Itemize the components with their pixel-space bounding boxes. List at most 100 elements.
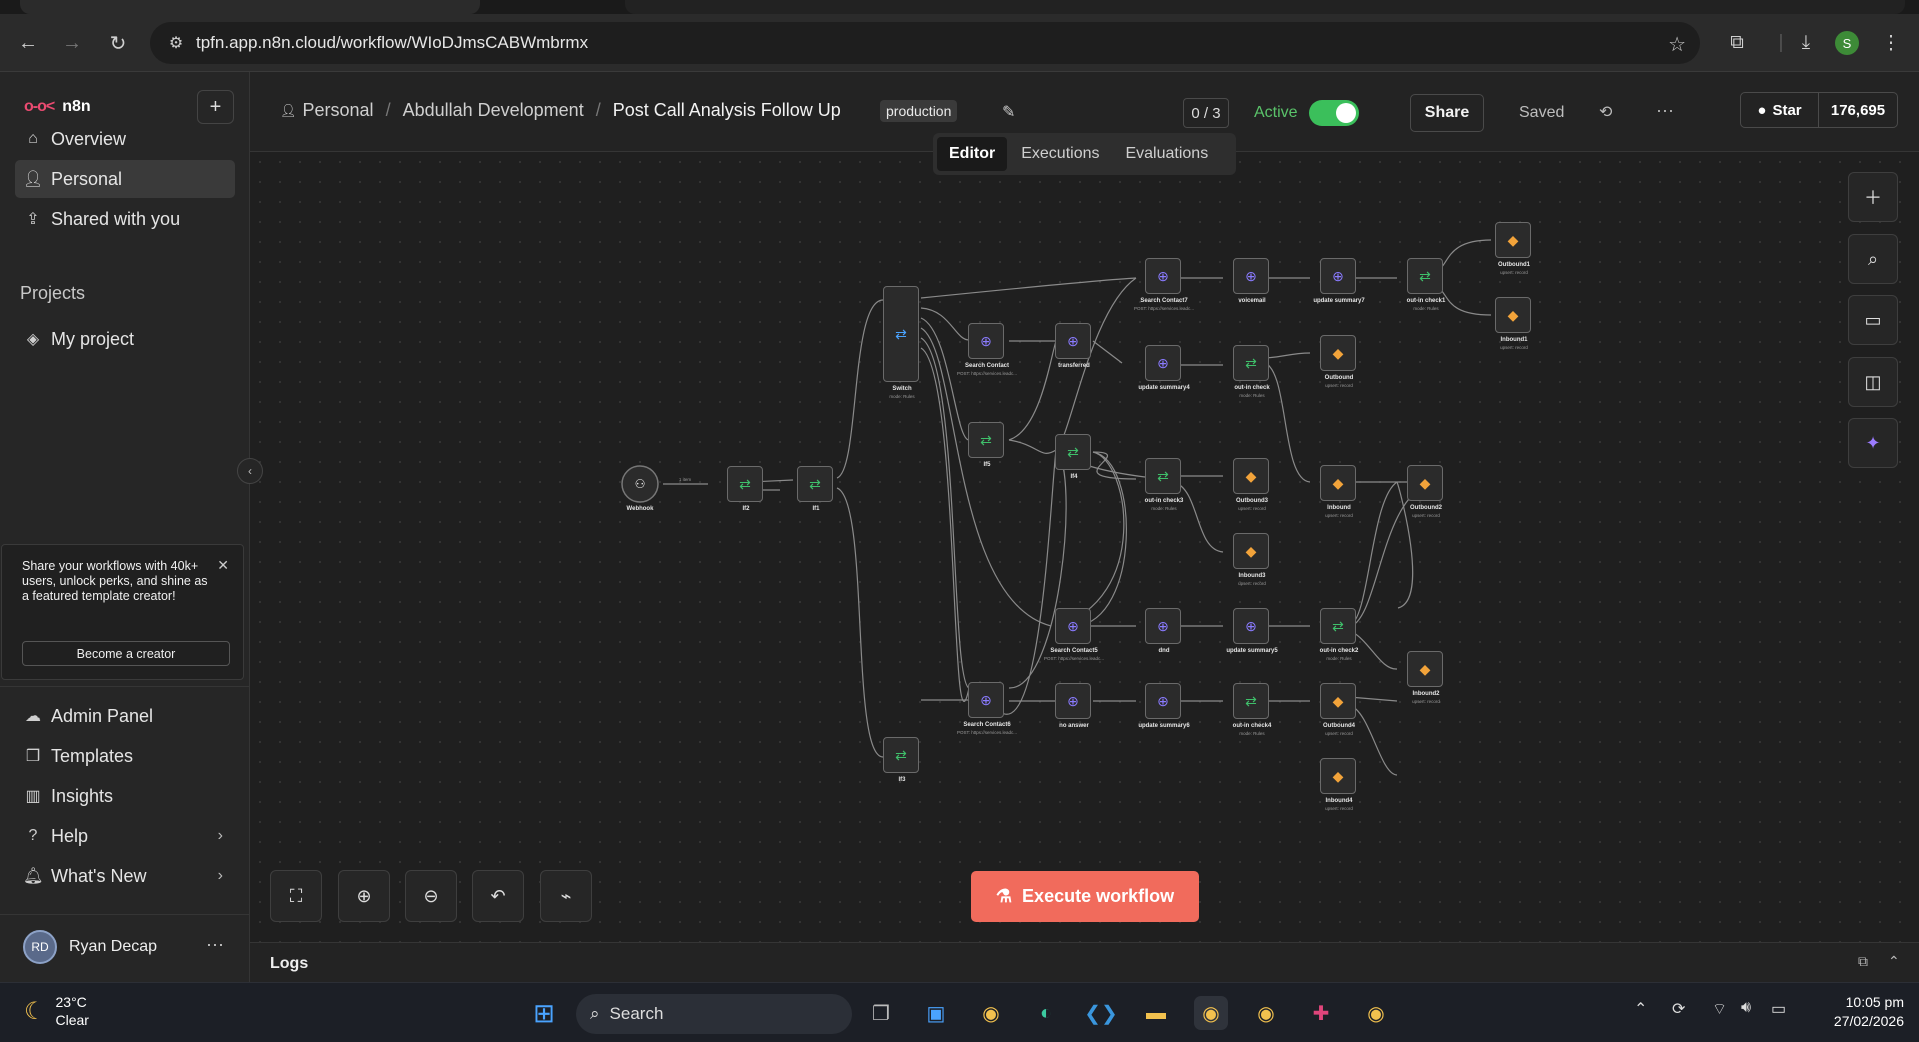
n8n-logo[interactable]: o-o< n8n [24, 98, 91, 116]
forward-icon[interactable]: → [58, 29, 86, 57]
workflow-node-out-in-check4[interactable]: ⇄ out-in check4 mode: Rules [1233, 683, 1271, 736]
taskbar-search[interactable]: ⌕ Search [576, 994, 852, 1034]
extensions-icon[interactable]: ⧉ [1722, 28, 1752, 58]
workflow-node-inbound2[interactable]: ◆ Inbound2 upsert: record [1407, 651, 1443, 704]
execute-workflow-button[interactable]: ⚗ Execute workflow [971, 871, 1199, 922]
breadcrumb-personal[interactable]: Personal [303, 100, 374, 121]
workflow-node-out-in-check2[interactable]: ⇄ out-in check2 mode: Rules [1320, 608, 1358, 661]
sidebar-item-whats-new[interactable]: 🔔︎ What's New › [15, 857, 235, 895]
back-icon[interactable]: ← [14, 29, 42, 57]
volume-icon[interactable]: 🔊︎ [1741, 999, 1751, 1017]
chrome-icon[interactable]: ◉ [974, 996, 1008, 1030]
workflow-node-update-summary7[interactable]: ⊕ update summary7 [1313, 258, 1365, 304]
download-icon[interactable]: ⤓ [1791, 28, 1821, 58]
chrome-profile3-icon[interactable]: ◉ [1359, 996, 1393, 1030]
breadcrumb-folder[interactable]: Abdullah Development [403, 100, 584, 121]
workflow-name[interactable]: Post Call Analysis Follow Up [613, 100, 841, 121]
user-more-icon[interactable]: ··· [206, 934, 224, 955]
workflow-node-update-summary5[interactable]: ⊕ update summary5 [1226, 608, 1278, 654]
site-info-icon[interactable]: ⚙ [162, 33, 190, 53]
sidebar-item-insights[interactable]: ▥ Insights [15, 777, 235, 815]
workflow-canvas[interactable]: ⚇ Webhook 1 item ⇄ If2 ⇄ If1 ⇄ Switch mode: Ru… [250, 152, 1919, 942]
workflow-node-outbound1[interactable]: ◆ Outbound1 upsert: record [1495, 222, 1531, 275]
bookmark-star-icon[interactable]: ☆ [1668, 32, 1686, 57]
workflow-node-inbound1[interactable]: ◆ Inbound1 upsert: record [1495, 297, 1531, 350]
workflow-node-inbound4[interactable]: ◆ Inbound4 upsert: record [1320, 758, 1356, 811]
zoom-in-button[interactable]: ⊕ [338, 870, 390, 922]
workflow-node-search-contact6[interactable]: ⊕ Search Contact6 POST: https://services.l… [957, 682, 1017, 735]
sidebar-item-overview[interactable]: ⌂ Overview [15, 120, 235, 158]
fit-view-button[interactable]: ⛶ [270, 870, 322, 922]
profile-button[interactable]: S [1832, 28, 1862, 58]
windows-start-icon[interactable]: ⊞ [527, 996, 561, 1030]
chevron-up-icon[interactable]: ⌃ [1888, 953, 1900, 970]
sidebar-item-admin-panel[interactable]: ☁ Admin Panel [15, 697, 235, 735]
active-toggle[interactable] [1309, 100, 1359, 126]
workflow-node-if1[interactable]: ⇄ If1 [797, 466, 833, 512]
evaluation-counter[interactable]: 0 / 3 [1183, 98, 1229, 128]
sync-icon[interactable]: ⟳ [1672, 999, 1685, 1019]
collapse-sidebar-icon[interactable]: ‹ [237, 458, 263, 484]
weather-widget[interactable]: ☾ 23°C Clear [24, 993, 89, 1029]
workflow-node-search-contact5[interactable]: ⊕ Search Contact5 POST: https://services.l… [1044, 608, 1104, 661]
workflow-node-search-contact[interactable]: ⊕ Search Contact POST: https://services.le… [957, 323, 1017, 376]
chrome-profile-icon[interactable]: ◉ [1194, 996, 1228, 1030]
workflow-node-if4[interactable]: ⇄ If4 [1055, 434, 1091, 480]
become-creator-button[interactable]: Become a creator [22, 641, 230, 666]
sidebar-item-my-project[interactable]: ◈ My project [15, 320, 235, 358]
more-options-icon[interactable]: ··· [1656, 100, 1674, 121]
browser-tab[interactable] [20, 0, 480, 14]
store-icon[interactable]: ▣ [919, 996, 953, 1030]
workflow-node-if3[interactable]: ⇄ If3 [883, 737, 919, 783]
system-clock[interactable]: 10:05 pm 27/02/2026 [1816, 993, 1904, 1031]
workflow-node-outbound4[interactable]: ◆ Outbound4 upsert: record [1320, 683, 1356, 736]
task-view-icon[interactable]: ❐ [864, 996, 898, 1030]
workflow-node-dnd[interactable]: ⊕ dnd [1145, 608, 1181, 654]
search-nodes-button[interactable]: ⌕ [1848, 234, 1898, 284]
undo-button[interactable]: ↶ [472, 870, 524, 922]
zoom-out-button[interactable]: ⊖ [405, 870, 457, 922]
popout-icon[interactable]: ⧉ [1858, 953, 1868, 970]
tab-editor[interactable]: Editor [937, 137, 1008, 171]
panel-toggle-button[interactable]: ◫ [1848, 357, 1898, 407]
user-menu[interactable]: RD Ryan Decap [23, 930, 157, 964]
history-icon[interactable]: ⟲ [1599, 102, 1612, 122]
workflow-node-out-in-check3[interactable]: ⇄ out-in check3 mode: Rules [1145, 458, 1183, 511]
tab-evaluations[interactable]: Evaluations [1113, 137, 1220, 171]
sticky-note-button[interactable]: ▭ [1848, 295, 1898, 345]
workflow-node-switch[interactable]: ⇄ Switch mode: Rules [883, 286, 919, 399]
workflow-node-if5[interactable]: ⇄ If5 [968, 422, 1004, 468]
create-button[interactable]: + [197, 90, 234, 124]
workflow-node-outbound2[interactable]: ◆ Outbound2 upsert: record [1407, 465, 1443, 518]
sidebar-item-help[interactable]: ? Help › [15, 817, 235, 855]
share-button[interactable]: Share [1410, 94, 1484, 132]
sidebar-item-templates[interactable]: ❒ Templates [15, 737, 235, 775]
workflow-node-inbound3[interactable]: ◆ Inbound3 upsert: record [1233, 533, 1269, 586]
workflow-node-update-summary4[interactable]: ⊕ update summary4 [1138, 345, 1190, 391]
workflow-tag[interactable]: production [880, 100, 958, 122]
tab-executions[interactable]: Executions [1009, 137, 1111, 171]
sidebar-item-shared[interactable]: ⇪ Shared with you [15, 200, 235, 238]
battery-icon[interactable]: ▭ [1771, 999, 1786, 1019]
github-star-button[interactable]: ● Star 176,695 [1740, 92, 1898, 128]
sidebar-item-personal[interactable]: 👤︎ Personal [15, 160, 235, 198]
close-icon[interactable]: ✕ [217, 557, 229, 574]
address-bar[interactable]: ⚙ tpfn.app.n8n.cloud/workflow/WIoDJmsCAB… [150, 22, 1700, 64]
workflow-node-transferred[interactable]: ⊕ transferred [1055, 323, 1091, 369]
workflow-node-outbound[interactable]: ◆ Outbound upsert: record [1320, 335, 1356, 388]
chrome-profile2-icon[interactable]: ◉ [1249, 996, 1283, 1030]
vscode-icon[interactable]: ❮❯ [1084, 996, 1118, 1030]
workflow-node-update-summary6[interactable]: ⊕ update summary6 [1138, 683, 1190, 729]
file-explorer-icon[interactable]: ▬ [1139, 996, 1173, 1030]
workflow-node-if2[interactable]: ⇄ If2 [727, 466, 763, 512]
browser-menu-icon[interactable]: ⋮ [1876, 28, 1906, 58]
add-node-button[interactable]: ＋ [1848, 172, 1898, 222]
wifi-icon[interactable]: ⌔ [1712, 999, 1727, 1019]
workflow-node-outbound3[interactable]: ◆ Outbound3 upsert: record [1233, 458, 1269, 511]
tidy-up-button[interactable]: ⌁ [540, 870, 592, 922]
edge-icon[interactable]: ◐ [1029, 996, 1063, 1030]
workflow-node-no-answer[interactable]: ⊕ no answer [1055, 683, 1091, 729]
workflow-node-voicemail[interactable]: ⊕ voicemail [1233, 258, 1269, 304]
tray-chevron-icon[interactable]: ⌃ [1634, 999, 1647, 1019]
workflow-node-search-contact7[interactable]: ⊕ Search Contact7 POST: https://services.l… [1134, 258, 1194, 311]
